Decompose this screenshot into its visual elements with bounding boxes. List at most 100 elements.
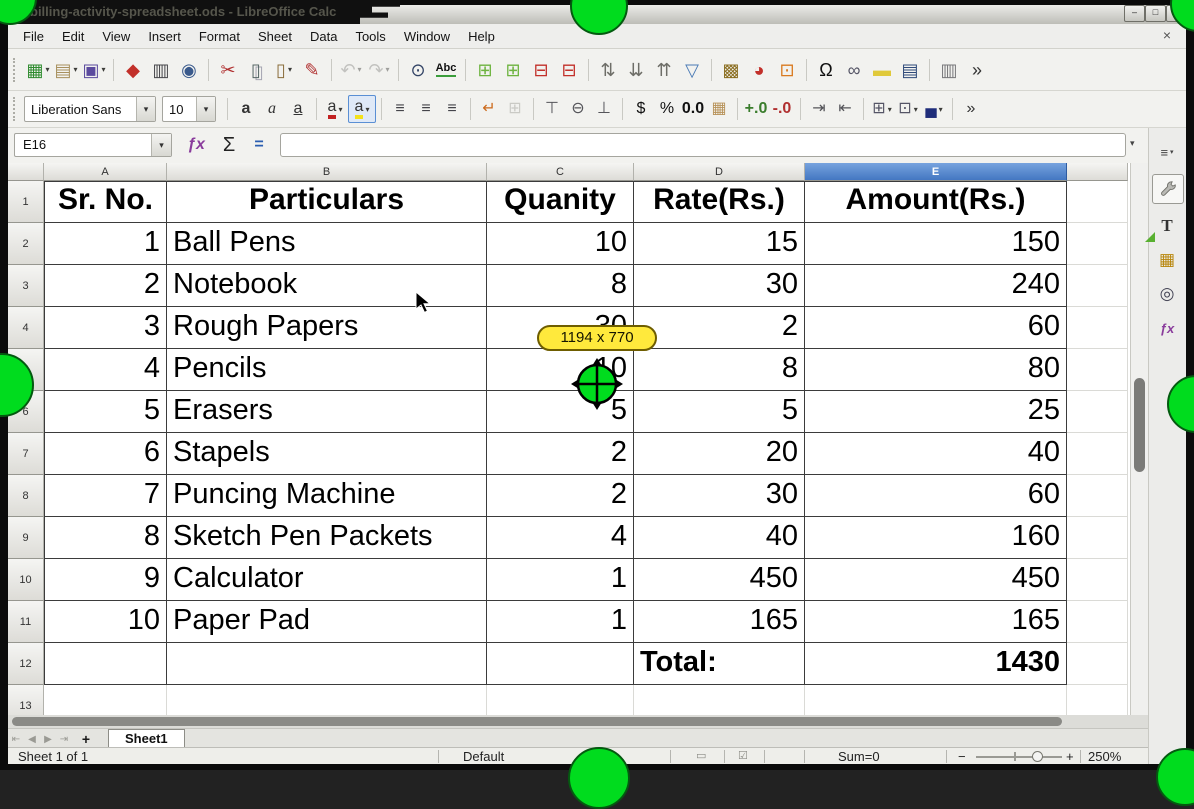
cell-C7[interactable]: 2 bbox=[487, 433, 634, 475]
cell-E7[interactable]: 40 bbox=[805, 433, 1067, 475]
cell-D10[interactable]: 450 bbox=[634, 559, 805, 601]
cell-C10[interactable]: 1 bbox=[487, 559, 634, 601]
cell-B6[interactable]: Erasers bbox=[167, 391, 487, 433]
percent-format-button[interactable]: % bbox=[654, 96, 680, 122]
cell-A2[interactable]: 1 bbox=[44, 223, 167, 265]
align-left-button[interactable]: ≡ bbox=[387, 96, 413, 122]
chevron-down-icon[interactable]: ▾ bbox=[338, 105, 342, 114]
chevron-down-icon[interactable]: ▾ bbox=[914, 105, 918, 114]
chevron-down-icon[interactable]: ▾ bbox=[74, 65, 78, 74]
redo-button[interactable]: ↷▾ bbox=[365, 56, 393, 84]
cell-A1[interactable]: Sr. No. bbox=[44, 181, 167, 223]
autofilter-button[interactable]: ▽ bbox=[678, 56, 706, 84]
cell-C9[interactable]: 4 bbox=[487, 517, 634, 559]
insert-chart-button[interactable]: ◕ bbox=[745, 56, 773, 84]
menu-sheet[interactable]: Sheet bbox=[249, 26, 301, 47]
font-size-combo[interactable]: 10▾ bbox=[162, 96, 216, 122]
cell-D2[interactable]: 15 bbox=[634, 223, 805, 265]
zoom-out-button[interactable]: − bbox=[958, 749, 966, 764]
vertical-scrollbar[interactable] bbox=[1130, 163, 1148, 715]
special-character-button[interactable]: Ω bbox=[812, 56, 840, 84]
wrap-text-button[interactable]: ↵ bbox=[476, 96, 502, 122]
increase-indent-button[interactable]: ⇥ bbox=[806, 96, 832, 122]
cell-F5[interactable] bbox=[1067, 349, 1128, 391]
menu-file[interactable]: File bbox=[14, 26, 53, 47]
cell-E10[interactable]: 450 bbox=[805, 559, 1067, 601]
font-name-combo[interactable]: Liberation Sans▾ bbox=[24, 96, 156, 122]
select-all-corner[interactable] bbox=[8, 163, 44, 181]
underline-button[interactable]: a bbox=[285, 96, 311, 122]
cell-C1[interactable]: Quanity bbox=[487, 181, 634, 223]
sort-button[interactable]: ⇅ bbox=[594, 56, 622, 84]
column-header-D[interactable]: D bbox=[634, 163, 805, 181]
cell-B13[interactable] bbox=[167, 685, 487, 715]
previous-sheet-button[interactable]: ◀ bbox=[24, 731, 40, 747]
cell-E13[interactable] bbox=[805, 685, 1067, 715]
align-top-button[interactable]: ⊤ bbox=[539, 96, 565, 122]
cell-D3[interactable]: 30 bbox=[634, 265, 805, 307]
align-bottom-button[interactable]: ⊥ bbox=[591, 96, 617, 122]
toolbar-overflow-button[interactable]: » bbox=[963, 56, 991, 84]
row-header-9[interactable]: 9 bbox=[8, 517, 44, 559]
cell-B5[interactable]: Pencils bbox=[167, 349, 487, 391]
first-sheet-button[interactable]: ⇤ bbox=[8, 731, 24, 747]
cell-D6[interactable]: 5 bbox=[634, 391, 805, 433]
align-right-button[interactable]: ≡ bbox=[439, 96, 465, 122]
cell-C12[interactable] bbox=[487, 643, 634, 685]
cell-F4[interactable] bbox=[1067, 307, 1128, 349]
next-sheet-button[interactable]: ▶ bbox=[40, 731, 56, 747]
cell-F13[interactable] bbox=[1067, 685, 1128, 715]
date-format-button[interactable]: ▦ bbox=[706, 96, 732, 122]
cell-C13[interactable] bbox=[487, 685, 634, 715]
chevron-down-icon[interactable]: ▾ bbox=[102, 65, 106, 74]
undo-button[interactable]: ↶▾ bbox=[337, 56, 365, 84]
sidebar-item-properties[interactable] bbox=[1152, 174, 1184, 204]
chevron-down-icon[interactable]: ▾ bbox=[386, 65, 390, 74]
maximize-button[interactable]: □ bbox=[1145, 5, 1166, 22]
delete-row-button[interactable]: ⊟ bbox=[527, 56, 555, 84]
cut-button[interactable]: ✂ bbox=[214, 56, 242, 84]
print-area-button[interactable]: ▥ bbox=[935, 56, 963, 84]
page-style[interactable]: Default bbox=[463, 749, 504, 764]
formula-input[interactable] bbox=[280, 133, 1126, 157]
cell-A11[interactable]: 10 bbox=[44, 601, 167, 643]
horizontal-scrollbar-thumb[interactable] bbox=[12, 717, 1062, 726]
row-header-2[interactable]: 2 bbox=[8, 223, 44, 265]
cell-C11[interactable]: 1 bbox=[487, 601, 634, 643]
cell-A13[interactable] bbox=[44, 685, 167, 715]
document-modified-icon[interactable]: ☑ bbox=[738, 749, 748, 762]
cell-B7[interactable]: Stapels bbox=[167, 433, 487, 475]
cell-F2[interactable] bbox=[1067, 223, 1128, 265]
close-document-icon[interactable]: × bbox=[1158, 27, 1176, 43]
sidebar-item-navigator[interactable]: ◎ bbox=[1152, 280, 1182, 308]
cell-A12[interactable] bbox=[44, 643, 167, 685]
cell-B10[interactable]: Calculator bbox=[167, 559, 487, 601]
cell-D12[interactable]: Total: bbox=[634, 643, 805, 685]
delete-decimal-place-button[interactable]: -.0 bbox=[769, 96, 795, 122]
toolbar-drag-handle[interactable] bbox=[13, 58, 19, 82]
menu-window[interactable]: Window bbox=[395, 26, 459, 47]
sort-descending-button[interactable]: ⇊ bbox=[622, 56, 650, 84]
cell-A6[interactable]: 5 bbox=[44, 391, 167, 433]
chevron-down-icon[interactable]: ▾ bbox=[365, 105, 369, 114]
cell-E1[interactable]: Amount(Rs.) bbox=[805, 181, 1067, 223]
toolbar-overflow-2-button[interactable]: » bbox=[958, 96, 984, 122]
row-header-7[interactable]: 7 bbox=[8, 433, 44, 475]
cell-A10[interactable]: 9 bbox=[44, 559, 167, 601]
sort-ascending-button[interactable]: ⇈ bbox=[650, 56, 678, 84]
copy-button[interactable]: ▯ bbox=[242, 56, 270, 84]
delete-column-button[interactable]: ⊟ bbox=[555, 56, 583, 84]
cell-D13[interactable] bbox=[634, 685, 805, 715]
minimize-button[interactable]: – bbox=[1124, 5, 1145, 22]
cell-B12[interactable] bbox=[167, 643, 487, 685]
bold-button[interactable]: a bbox=[233, 96, 259, 122]
insert-row-above-button[interactable]: ⊞ bbox=[471, 56, 499, 84]
cell-D5[interactable]: 8 bbox=[634, 349, 805, 391]
cell-B2[interactable]: Ball Pens bbox=[167, 223, 487, 265]
cell-E8[interactable]: 60 bbox=[805, 475, 1067, 517]
chevron-down-icon[interactable]: ▾ bbox=[46, 65, 50, 74]
row-header-4[interactable]: 4 bbox=[8, 307, 44, 349]
decrease-indent-button[interactable]: ⇤ bbox=[832, 96, 858, 122]
zoom-slider-track[interactable] bbox=[976, 756, 1062, 758]
cell-A9[interactable]: 8 bbox=[44, 517, 167, 559]
